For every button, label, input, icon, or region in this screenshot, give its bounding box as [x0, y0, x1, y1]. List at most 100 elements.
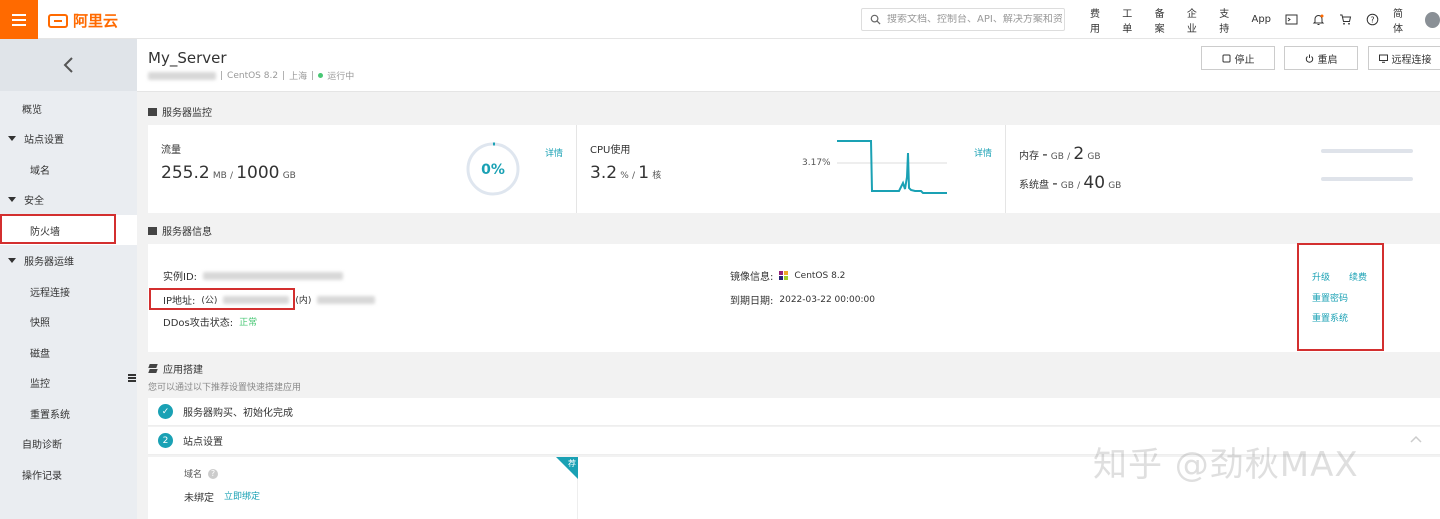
sidebar-item[interactable]: 磁盘: [0, 337, 137, 367]
sidebar-item-label: 重置系统: [30, 409, 70, 421]
sidebar-item[interactable]: 监控: [0, 368, 137, 398]
sidebar-item-label: 操作记录: [22, 470, 62, 482]
info-panel: 实例ID: IP地址: (公) (内) DDos攻击状态: 正常 镜像信息: C…: [148, 244, 1440, 352]
server-region: 上海: [289, 72, 308, 82]
menu-button[interactable]: [0, 0, 38, 39]
cpu-cores-unit: 核: [652, 171, 662, 181]
avatar[interactable]: [1425, 11, 1440, 28]
cpu-cores: 1: [638, 163, 650, 183]
top-bar: 阿里云 费用 工单 备案 企业 支持 App ? 简体: [0, 0, 1440, 39]
terminal-icon[interactable]: [1285, 13, 1298, 26]
ddos-status: 正常: [239, 318, 258, 328]
memory-value: 内存 - GB / 2 GB: [1019, 144, 1101, 164]
question-icon[interactable]: ?: [208, 468, 219, 479]
sidebar-item[interactable]: 安全: [0, 185, 137, 215]
cpu-sparkline: [837, 140, 947, 194]
traffic-total-unit: GB: [282, 171, 296, 181]
sidebar-item[interactable]: 服务器运维: [0, 246, 137, 276]
step2-label: 站点设置: [183, 437, 223, 448]
chevron-up-icon[interactable]: [1410, 435, 1422, 443]
cpu-line: [837, 140, 947, 194]
sidebar-item-label: 自助诊断: [22, 440, 62, 451]
apps-title: 应用搭建: [163, 365, 203, 376]
server-status: 运行中: [327, 72, 355, 82]
nav-tickets[interactable]: 工单: [1122, 5, 1140, 35]
remote-connect-button[interactable]: 远程连接: [1368, 46, 1440, 70]
ddos-row: DDos攻击状态: 正常: [163, 314, 257, 329]
domain-label: 域名: [184, 470, 203, 480]
step-server-ready[interactable]: ✓ 服务器购买、初始化完成: [148, 398, 1440, 426]
sidebar-item[interactable]: 站点设置: [0, 124, 137, 154]
server-icon: [148, 107, 157, 116]
cpu-usage: 3.2: [590, 163, 618, 183]
power-icon: [1305, 54, 1313, 63]
expire-row: 到期日期: 2022-03-22 00:00:00: [730, 292, 875, 308]
nav-app[interactable]: App: [1251, 14, 1271, 25]
domain-status-row: 未绑定 立即绑定: [184, 489, 260, 504]
cpu-label: CPU使用: [590, 145, 631, 156]
search-input[interactable]: [887, 14, 1062, 25]
memory-total-unit: GB: [1087, 152, 1101, 162]
caret-down-icon: [8, 258, 16, 263]
ddos-label: DDos攻击状态:: [163, 318, 234, 329]
help-icon[interactable]: ?: [1366, 13, 1379, 26]
step2-number: 2: [158, 433, 173, 448]
traffic-value: 255.2 MB / 1000 GB: [161, 163, 296, 183]
server-os: CentOS 8.2: [227, 70, 279, 81]
nav-enterprise[interactable]: 企业: [1187, 5, 1205, 35]
sidebar-item[interactable]: 远程连接: [0, 276, 137, 306]
chevron-left-icon: [63, 57, 73, 73]
monitor-section-title: 服务器监控: [148, 104, 212, 119]
sidebar-item[interactable]: 快照: [0, 307, 137, 337]
language-switch[interactable]: 简体: [1393, 5, 1411, 35]
status-dot: [318, 73, 324, 78]
info-title: 服务器信息: [162, 227, 212, 238]
back-button[interactable]: [0, 39, 137, 91]
disk-total: 40: [1083, 173, 1106, 193]
nav-billing[interactable]: 费用: [1090, 5, 1108, 35]
search-box[interactable]: [861, 8, 1065, 31]
brand-logo[interactable]: 阿里云: [48, 10, 118, 31]
server-icon: [148, 226, 157, 235]
sidebar-item[interactable]: 重置系统: [0, 398, 137, 428]
memory-total: 2: [1073, 144, 1085, 164]
storage-card: 内存 - GB / 2 GB 系统盘 - GB / 40 GB: [1006, 125, 1440, 213]
nav-icp[interactable]: 备案: [1155, 5, 1173, 35]
search-icon: [870, 14, 881, 25]
traffic-used-unit: MB: [212, 171, 227, 181]
stop-button[interactable]: 停止: [1201, 46, 1275, 70]
restart-button[interactable]: 重启: [1284, 46, 1358, 70]
expire-value: 2022-03-22 00:00:00: [779, 294, 875, 305]
sidebar-item[interactable]: 自助诊断: [0, 429, 137, 459]
bell-icon[interactable]: [1312, 13, 1325, 26]
cart-icon[interactable]: [1339, 13, 1352, 26]
traffic-percent: 0%: [481, 162, 505, 178]
top-nav: 费用 工单 备案 企业 支持 App ? 简体: [1090, 0, 1440, 39]
svg-text:?: ?: [1370, 15, 1374, 24]
nav-support[interactable]: 支持: [1219, 5, 1237, 35]
slash: /: [1077, 181, 1081, 191]
memory-unit: GB: [1050, 152, 1064, 162]
cpu-detail-link[interactable]: 详情: [974, 146, 992, 159]
bind-domain-link[interactable]: 立即绑定: [224, 489, 260, 504]
hamburger-icon: [12, 18, 26, 21]
redacted-instance: [148, 71, 216, 80]
meta-separator: |: [220, 70, 224, 81]
meta-separator: |: [282, 70, 286, 81]
image-row: 镜像信息: CentOS 8.2: [730, 268, 845, 284]
sidebar-item-label: 安全: [24, 196, 44, 207]
server-header: My_Server | CentOS 8.2 | 上海 | 运行中 停止 重启 …: [137, 39, 1440, 92]
disk-used: -: [1052, 174, 1058, 192]
domain-row: 域名 ?: [184, 467, 219, 480]
recommended-badge: 荐: [556, 457, 578, 479]
sidebar-item[interactable]: 操作记录: [0, 459, 137, 489]
traffic-total: 1000: [236, 163, 280, 183]
traffic-label: 流量: [161, 145, 181, 156]
traffic-detail-link[interactable]: 详情: [545, 146, 563, 159]
sidebar-item-label: 远程连接: [30, 287, 70, 299]
info-section-title: 服务器信息: [148, 223, 212, 238]
monitor-icon: [1378, 54, 1388, 63]
sidebar-item[interactable]: 概览: [0, 93, 137, 123]
sidebar-item[interactable]: 域名: [0, 154, 137, 184]
firewall-highlight-box: [0, 214, 116, 244]
